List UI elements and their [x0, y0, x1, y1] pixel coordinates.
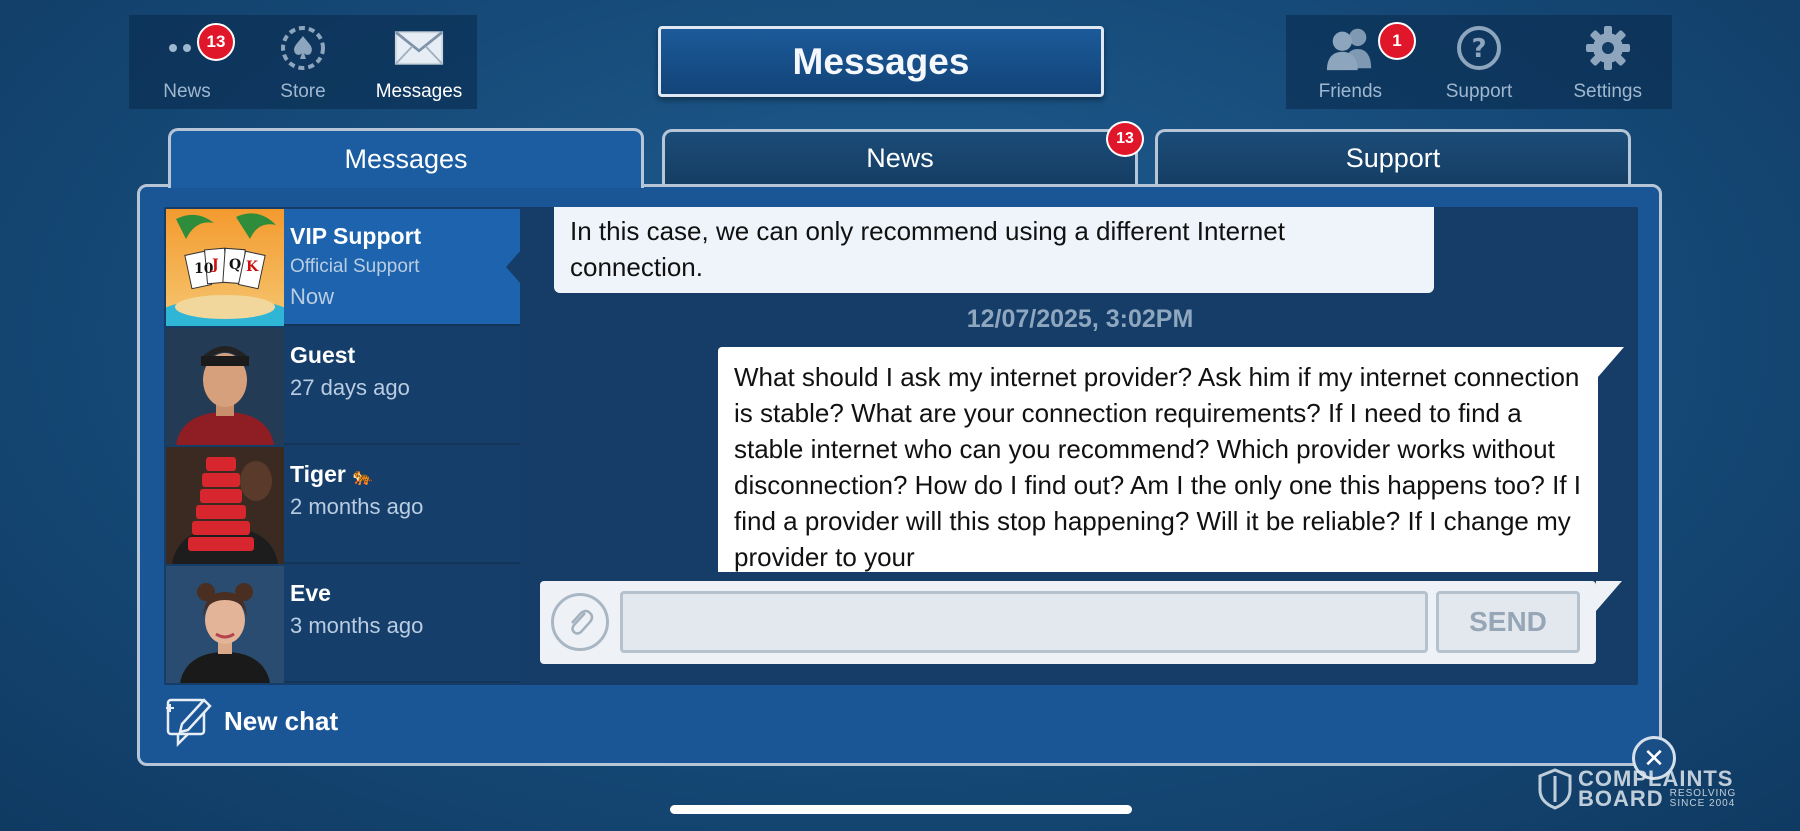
shield-icon [1538, 768, 1572, 810]
tab-messages-label: Messages [344, 144, 468, 174]
friends-icon [1325, 23, 1375, 73]
svg-text:K: K [246, 259, 259, 275]
nav-store-label: Store [280, 81, 326, 102]
nav-messages-button[interactable]: Messages [361, 15, 477, 109]
contact-meta: Tiger 🐅 2 months ago [284, 447, 423, 562]
tab-news-label: News [866, 143, 934, 173]
new-chat-label: New chat [224, 705, 339, 736]
envelope-icon [394, 23, 444, 73]
nav-settings-button[interactable]: Settings [1543, 15, 1672, 109]
home-indicator [670, 805, 1132, 814]
contact-name: VIP Support [290, 223, 422, 249]
gear-icon [1583, 23, 1633, 73]
tab-messages[interactable]: Messages [168, 128, 644, 188]
compose-bar: SEND [540, 581, 1622, 664]
question-icon: ? [1454, 23, 1504, 73]
svg-text:Q: Q [229, 257, 241, 273]
spade-chip-icon [278, 23, 328, 73]
contact-time: 27 days ago [290, 375, 410, 400]
page-title: Messages [658, 26, 1104, 97]
news-tab-badge: 13 [1106, 121, 1144, 157]
tab-support-label: Support [1345, 143, 1441, 173]
contact-name-text: Tiger [290, 461, 346, 487]
watermark-line2: BOARD [1578, 786, 1664, 811]
top-nav-left: News 13 Store Messages [129, 15, 477, 109]
contact-meta: Eve 3 months ago [284, 566, 423, 681]
tab-support[interactable]: Support [1155, 129, 1631, 185]
contact-time: Now [290, 284, 335, 309]
send-button[interactable]: SEND [1436, 591, 1580, 653]
nav-messages-label: Messages [375, 81, 463, 102]
eve-avatar [166, 566, 284, 683]
sent-bubble-tail-icon [1598, 347, 1624, 377]
vip-support-avatar: 10 J Q K [166, 209, 284, 326]
contact-name: Tiger 🐅 [290, 461, 423, 488]
contact-vip-support[interactable]: 10 J Q K VIP Support Official Support No… [166, 209, 520, 326]
contact-meta: VIP Support Official Support Now [284, 209, 421, 324]
tab-news[interactable]: News [662, 129, 1138, 185]
attach-button[interactable] [551, 593, 609, 651]
nav-settings-label: Settings [1573, 81, 1642, 102]
contact-name: Guest [290, 342, 356, 368]
compose-tail-icon [1596, 581, 1622, 611]
top-nav-right: Friends 1 ? Support Settings [1286, 15, 1672, 109]
contact-time: 3 months ago [290, 613, 424, 638]
nav-support-button[interactable]: ? Support [1415, 15, 1544, 109]
contact-eve[interactable]: Eve 3 months ago [166, 566, 520, 683]
received-message: In this case, we can only recommend usin… [554, 207, 1434, 293]
selected-pointer-icon [506, 249, 522, 285]
nav-news-label: News [163, 81, 211, 102]
conversation-container: 10 J Q K VIP Support Official Support No… [164, 207, 1638, 685]
contact-name: Eve [290, 580, 331, 606]
contact-meta: Guest 27 days ago [284, 328, 410, 443]
watermark-text: COMPLAINTS BOARD RESOLVING SINCE 2004 [1578, 768, 1736, 811]
paperclip-icon [571, 609, 594, 635]
new-chat-icon [166, 698, 212, 748]
nav-news-button[interactable]: News 13 [129, 15, 245, 109]
nav-support-label: Support [1445, 81, 1513, 102]
watermark-logo: COMPLAINTS BOARD RESOLVING SINCE 2004 [1538, 765, 1752, 813]
sent-message: What should I ask my internet provider? … [718, 347, 1598, 572]
watermark-tag2: SINCE 2004 [1669, 798, 1736, 809]
contact-list: 10 J Q K VIP Support Official Support No… [166, 209, 522, 683]
nav-store-button[interactable]: Store [245, 15, 361, 109]
contact-subtitle: Official Support [290, 256, 420, 277]
guest-avatar [166, 328, 284, 445]
svg-text:?: ? [1471, 34, 1486, 64]
tiger-avatar [166, 447, 284, 564]
tiger-emoji: 🐅 [352, 467, 374, 486]
contact-tiger[interactable]: Tiger 🐅 2 months ago [166, 447, 520, 564]
contact-time: 2 months ago [290, 494, 424, 519]
message-timestamp: 12/07/2025, 3:02PM [966, 305, 1194, 333]
svg-text:10: 10 [194, 261, 214, 277]
nav-friends-label: Friends [1318, 81, 1383, 102]
news-badge: 13 [197, 23, 235, 61]
svg-text:J: J [210, 257, 219, 273]
chat-thread: In this case, we can only recommend usin… [522, 207, 1638, 685]
contact-guest[interactable]: Guest 27 days ago [166, 328, 520, 445]
nav-friends-button[interactable]: Friends 1 [1286, 15, 1416, 109]
new-chat-button[interactable]: New chat [164, 693, 338, 749]
message-input[interactable] [620, 591, 1428, 653]
friends-badge: 1 [1378, 22, 1416, 60]
